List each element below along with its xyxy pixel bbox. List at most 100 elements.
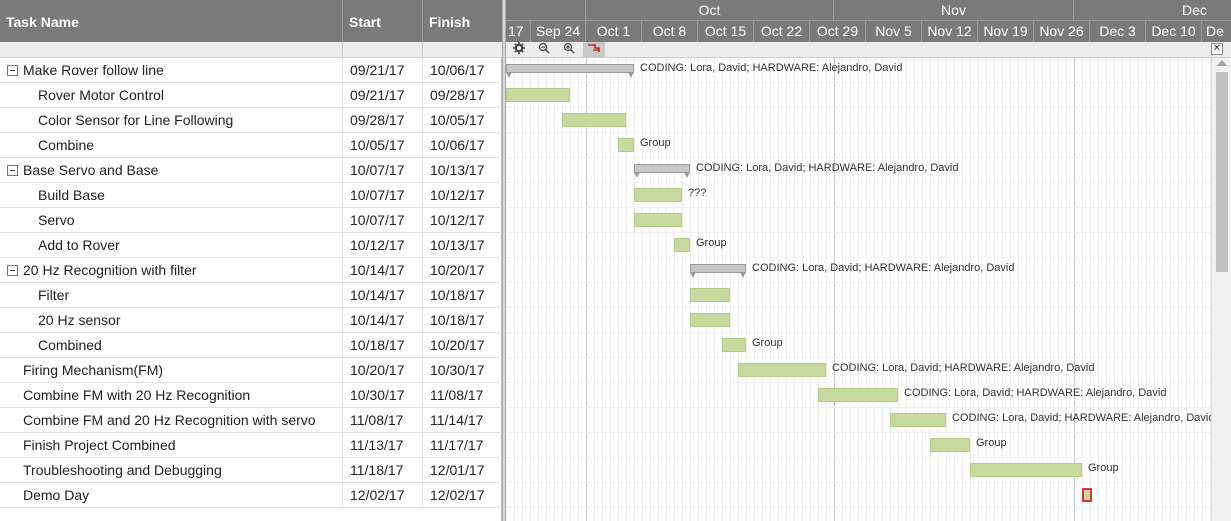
start-date-cell[interactable]: 10/12/17 (343, 233, 423, 258)
task-name-cell[interactable]: 20 Hz sensor (0, 308, 343, 333)
table-row[interactable]: Servo 10/07/17 10/12/17 (0, 208, 502, 233)
table-row[interactable]: Color Sensor for Line Following 09/28/17 1… (0, 108, 502, 133)
table-row[interactable]: 20 Hz sensor 10/14/17 10/18/17 (0, 308, 502, 333)
start-date-cell[interactable]: 10/30/17 (343, 383, 423, 408)
task-name-cell[interactable]: Build Base (0, 183, 343, 208)
milestone-bar[interactable] (1082, 488, 1092, 502)
finish-date-cell[interactable]: 10/20/17 (423, 258, 502, 283)
task-bar[interactable] (506, 88, 570, 102)
finish-date-cell[interactable]: 11/17/17 (423, 433, 502, 458)
task-name-cell[interactable]: Servo (0, 208, 343, 233)
finish-date-cell[interactable]: 11/08/17 (423, 383, 502, 408)
start-date-cell[interactable]: 12/02/17 (343, 483, 423, 508)
finish-date-cell[interactable]: 12/01/17 (423, 458, 502, 483)
zoom-in-icon[interactable] (558, 42, 580, 57)
finish-date-cell[interactable]: 12/02/17 (423, 483, 502, 508)
summary-bar[interactable] (634, 164, 690, 178)
task-bar[interactable] (562, 113, 626, 127)
table-row[interactable]: Finish Project Combined 11/13/17 11/17/17 (0, 433, 502, 458)
finish-date-cell[interactable]: 10/06/17 (423, 133, 502, 158)
start-date-cell[interactable]: 11/18/17 (343, 458, 423, 483)
scrollbar-thumb[interactable] (1216, 72, 1228, 272)
task-bar[interactable] (634, 188, 682, 202)
table-row[interactable]: 20 Hz Recognition with filter 10/14/17 10/… (0, 258, 502, 283)
task-name-cell[interactable]: Combine (0, 133, 343, 158)
scroll-up-icon[interactable] (1217, 60, 1227, 66)
start-date-cell[interactable]: 10/07/17 (343, 183, 423, 208)
collapse-toggle-icon[interactable] (7, 265, 18, 276)
task-bar[interactable] (690, 288, 730, 302)
finish-date-cell[interactable]: 10/05/17 (423, 108, 502, 133)
vertical-scrollbar[interactable] (1211, 58, 1231, 521)
task-name-cell[interactable]: Make Rover follow line (0, 58, 343, 83)
task-bar[interactable] (618, 138, 634, 152)
table-row[interactable]: Combined 10/18/17 10/20/17 (0, 333, 502, 358)
table-row[interactable]: Combine FM with 20 Hz Recognition 10/30/1… (0, 383, 502, 408)
task-name-cell[interactable]: Firing Mechanism(FM) (0, 358, 343, 383)
finish-date-cell[interactable]: 09/28/17 (423, 83, 502, 108)
start-date-cell[interactable]: 10/14/17 (343, 283, 423, 308)
table-row[interactable]: Make Rover follow line 09/21/17 10/06/17 (0, 58, 502, 83)
gear-icon[interactable] (508, 42, 530, 57)
table-row[interactable]: Combine 10/05/17 10/06/17 (0, 133, 502, 158)
task-bar[interactable] (818, 388, 898, 402)
finish-date-cell[interactable]: 10/30/17 (423, 358, 502, 383)
start-date-cell[interactable]: 11/13/17 (343, 433, 423, 458)
task-name-cell[interactable]: Filter (0, 283, 343, 308)
start-date-cell[interactable]: 10/07/17 (343, 158, 423, 183)
close-icon[interactable]: ✕ (1211, 43, 1223, 55)
start-date-cell[interactable]: 11/08/17 (343, 408, 423, 433)
summary-bar[interactable] (690, 264, 746, 278)
column-header-task-name[interactable]: Task Name (0, 0, 343, 42)
table-row[interactable]: Combine FM and 20 Hz Recognition with se… (0, 408, 502, 433)
table-row[interactable]: Add to Rover 10/12/17 10/13/17 (0, 233, 502, 258)
finish-date-cell[interactable]: 10/18/17 (423, 283, 502, 308)
start-date-cell[interactable]: 09/21/17 (343, 83, 423, 108)
table-row[interactable]: Firing Mechanism(FM) 10/20/17 10/30/17 (0, 358, 502, 383)
task-bar[interactable] (690, 313, 730, 327)
task-name-cell[interactable]: Base Servo and Base (0, 158, 343, 183)
filter-cell-finish[interactable] (423, 42, 502, 58)
finish-date-cell[interactable]: 10/06/17 (423, 58, 502, 83)
task-bar[interactable] (970, 463, 1082, 477)
critical-path-icon[interactable] (583, 42, 605, 57)
table-row[interactable]: Build Base 10/07/17 10/12/17 (0, 183, 502, 208)
task-name-cell[interactable]: Rover Motor Control (0, 83, 343, 108)
summary-bar[interactable] (506, 64, 634, 78)
finish-date-cell[interactable]: 10/18/17 (423, 308, 502, 333)
column-header-start[interactable]: Start (343, 0, 423, 42)
task-name-cell[interactable]: Combined (0, 333, 343, 358)
finish-date-cell[interactable]: 11/14/17 (423, 408, 502, 433)
task-name-cell[interactable]: Add to Rover (0, 233, 343, 258)
task-bar[interactable] (674, 238, 690, 252)
table-row[interactable]: Rover Motor Control 09/21/17 09/28/17 (0, 83, 502, 108)
task-name-cell[interactable]: 20 Hz Recognition with filter (0, 258, 343, 283)
task-bar[interactable] (722, 338, 746, 352)
start-date-cell[interactable]: 10/14/17 (343, 308, 423, 333)
table-row[interactable]: Filter 10/14/17 10/18/17 (0, 283, 502, 308)
finish-date-cell[interactable]: 10/20/17 (423, 333, 502, 358)
finish-date-cell[interactable]: 10/13/17 (423, 158, 502, 183)
task-bar[interactable] (890, 413, 946, 427)
task-name-cell[interactable]: Troubleshooting and Debugging (0, 458, 343, 483)
task-bar[interactable] (930, 438, 970, 452)
task-bar[interactable] (634, 213, 682, 227)
filter-cell-name[interactable] (0, 42, 343, 58)
start-date-cell[interactable]: 10/20/17 (343, 358, 423, 383)
task-bar[interactable] (738, 363, 826, 377)
finish-date-cell[interactable]: 10/13/17 (423, 233, 502, 258)
collapse-toggle-icon[interactable] (7, 65, 18, 76)
column-header-finish[interactable]: Finish (423, 0, 502, 42)
task-name-cell[interactable]: Finish Project Combined (0, 433, 343, 458)
start-date-cell[interactable]: 10/05/17 (343, 133, 423, 158)
start-date-cell[interactable]: 10/18/17 (343, 333, 423, 358)
table-row[interactable]: Base Servo and Base 10/07/17 10/13/17 (0, 158, 502, 183)
task-name-cell[interactable]: Combine FM and 20 Hz Recognition with se… (0, 408, 343, 433)
start-date-cell[interactable]: 10/07/17 (343, 208, 423, 233)
table-row[interactable]: Troubleshooting and Debugging 11/18/17 12/… (0, 458, 502, 483)
finish-date-cell[interactable]: 10/12/17 (423, 208, 502, 233)
finish-date-cell[interactable]: 10/12/17 (423, 183, 502, 208)
start-date-cell[interactable]: 09/28/17 (343, 108, 423, 133)
task-name-cell[interactable]: Combine FM with 20 Hz Recognition (0, 383, 343, 408)
zoom-out-icon[interactable] (533, 42, 555, 57)
